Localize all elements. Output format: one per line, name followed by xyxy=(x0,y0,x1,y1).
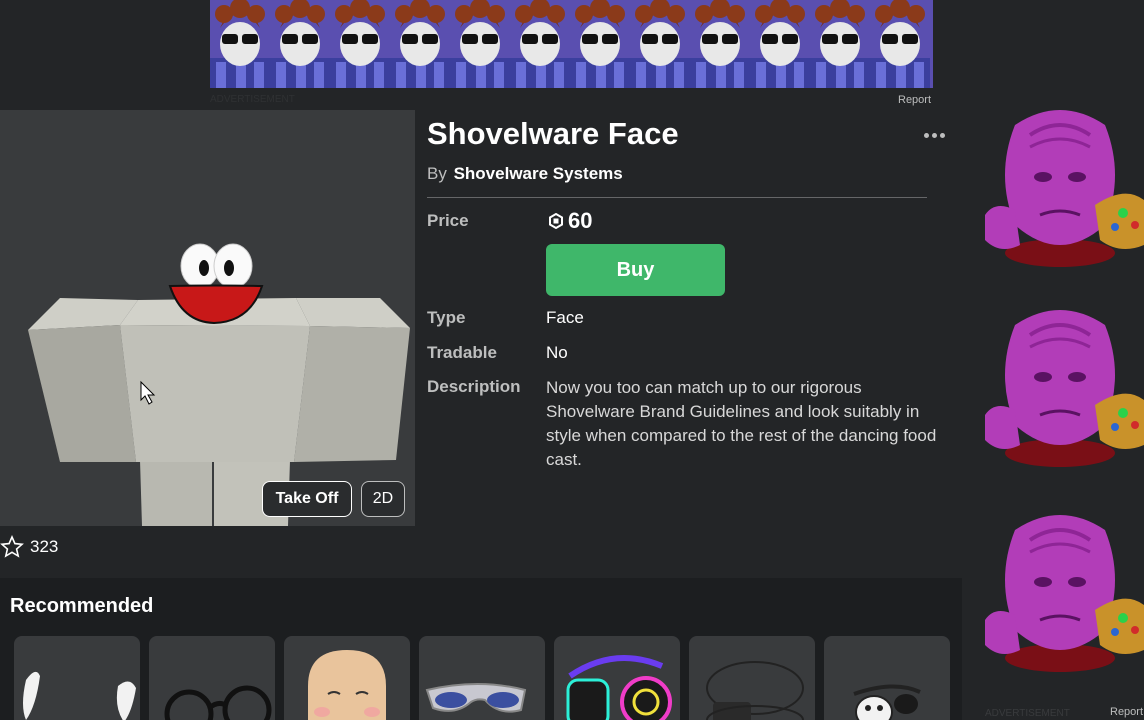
creator-link[interactable]: Shovelware Systems xyxy=(454,164,623,183)
description-text: Now you too can match up to our rigorous… xyxy=(546,378,937,469)
recommended-list xyxy=(14,636,950,720)
item-title: Shovelware Face xyxy=(427,116,679,151)
description-label: Description xyxy=(427,377,521,396)
face-mask-icon xyxy=(706,661,804,720)
star-icon[interactable] xyxy=(0,535,24,559)
recommended-card-glasses[interactable] xyxy=(149,636,275,720)
recommended-card-head[interactable] xyxy=(284,636,410,720)
recommended-section: Recommended xyxy=(0,578,962,720)
take-off-button[interactable]: Take Off xyxy=(262,481,352,517)
creator-byline: By Shovelware Systems xyxy=(427,164,623,184)
fangs-icon xyxy=(23,671,136,720)
favorite-control[interactable]: 323 xyxy=(0,534,58,560)
price-label: Price xyxy=(427,211,469,230)
buy-button[interactable]: Buy xyxy=(546,244,725,296)
price-value: 60 xyxy=(548,208,592,234)
recommended-card-fangs[interactable] xyxy=(14,636,140,720)
top-advertisement-banner[interactable] xyxy=(210,0,933,88)
tradable-label: Tradable xyxy=(427,343,497,362)
details-divider xyxy=(427,197,927,198)
type-value: Face xyxy=(546,308,584,327)
thanos-ad-image xyxy=(983,110,1144,674)
round-glasses-icon xyxy=(164,685,272,720)
eyepatch-icon xyxy=(853,684,921,720)
avatar-3d-render xyxy=(28,243,410,526)
item-preview-viewer[interactable]: Take Off 2D xyxy=(0,110,415,526)
right-advertisement[interactable] xyxy=(975,105,1144,705)
tradable-value: No xyxy=(546,343,568,362)
more-options-icon[interactable] xyxy=(924,130,946,140)
recommended-card-sunglasses[interactable] xyxy=(419,636,545,720)
recommended-card-eyepatch[interactable] xyxy=(824,636,950,720)
favorite-count: 323 xyxy=(30,537,59,556)
by-label: By xyxy=(427,164,447,183)
top-ad-label: ADVERTISEMENT xyxy=(210,94,295,105)
type-label: Type xyxy=(427,308,466,327)
banner-avatars-image xyxy=(210,0,933,88)
right-ad-report-link[interactable]: Report xyxy=(1110,706,1143,718)
recommended-title: Recommended xyxy=(10,595,154,617)
top-ad-report-link[interactable]: Report xyxy=(898,94,931,106)
price-amount: 60 xyxy=(568,208,593,233)
view-2d-button[interactable]: 2D xyxy=(361,481,405,517)
robux-icon xyxy=(549,213,563,229)
sunglasses-icon xyxy=(425,683,527,713)
recommended-card-headphones[interactable] xyxy=(554,636,680,720)
right-ad-label: ADVERTISEMENT xyxy=(985,708,1070,719)
bald-head-icon xyxy=(308,650,386,720)
neon-headphones-icon xyxy=(566,655,672,720)
recommended-card-mask[interactable] xyxy=(689,636,815,720)
item-page: ADVERTISEMENT Report Take Off 2D 323 Sho… xyxy=(0,0,1144,720)
